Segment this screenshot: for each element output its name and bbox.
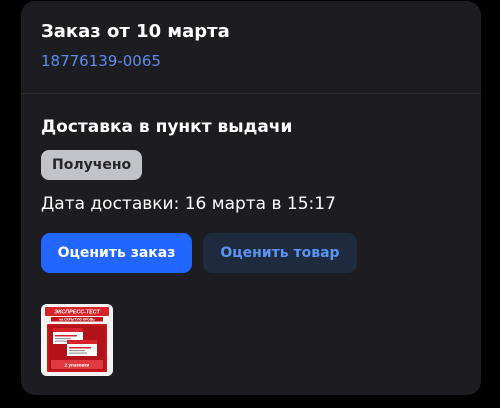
product-image-pack: 2 упаковки bbox=[65, 362, 90, 367]
product-thumbnail[interactable]: ЭКСПРЕСС-ТЕСТ на СКРЫТУЮ КРОВЬ 2 упаковк… bbox=[41, 304, 113, 376]
order-header: Заказ от 10 марта 18776139-0065 bbox=[21, 1, 481, 94]
rate-product-button[interactable]: Оценить товар bbox=[203, 233, 357, 273]
product-image-caption: на СКРЫТУЮ КРОВЬ bbox=[59, 318, 95, 322]
delivery-date: Дата доставки: 16 марта в 15:17 bbox=[41, 194, 336, 214]
order-title: Заказ от 10 марта bbox=[41, 21, 230, 42]
product-image-brand: ЭКСПРЕСС-ТЕСТ bbox=[54, 310, 100, 316]
rate-order-button[interactable]: Оценить заказ bbox=[41, 233, 192, 273]
product-image: ЭКСПРЕСС-ТЕСТ на СКРЫТУЮ КРОВЬ 2 упаковк… bbox=[41, 304, 113, 376]
delivery-title: Доставка в пункт выдачи bbox=[41, 117, 293, 137]
status-badge: Получено bbox=[41, 150, 143, 180]
order-card: Заказ от 10 марта 18776139-0065 Доставка… bbox=[21, 1, 481, 395]
order-number-link[interactable]: 18776139-0065 bbox=[41, 52, 161, 70]
